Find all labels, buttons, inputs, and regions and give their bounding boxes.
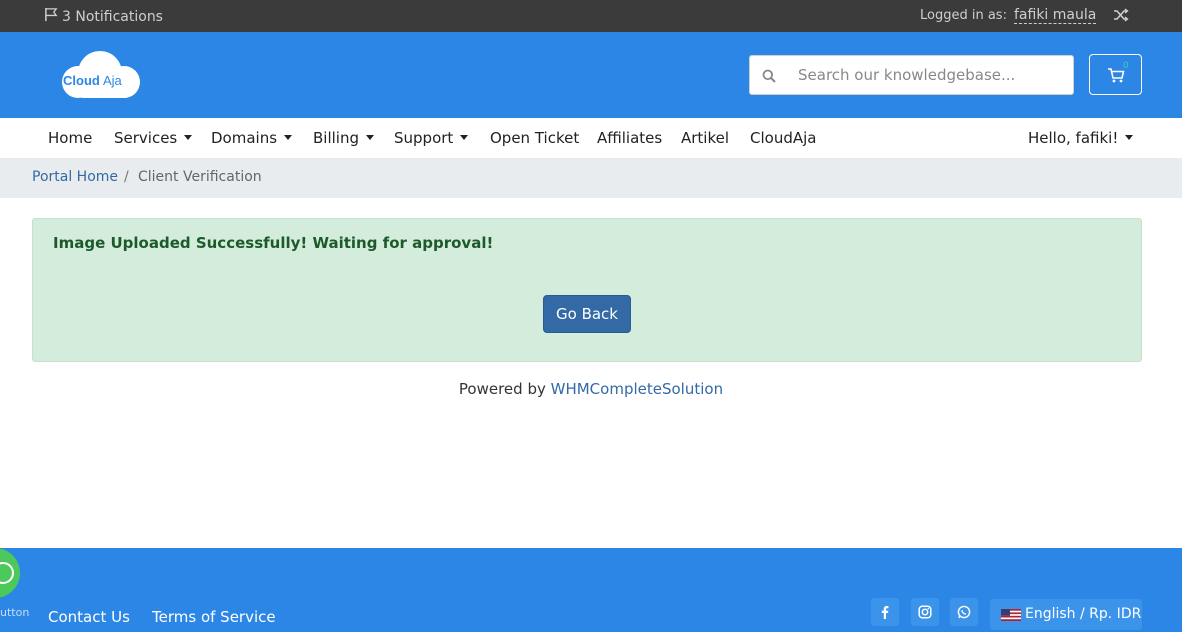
caret-icon [460,135,469,140]
facebook-icon [881,606,889,619]
cart-count-badge: 0 [1123,61,1129,71]
username-link[interactable]: fafiki maula [1014,7,1097,24]
nav-domains[interactable]: Domains [211,129,293,147]
flag-icon [44,7,59,26]
nav-affiliates[interactable]: Affiliates [597,129,662,147]
svg-text:Cloud: Cloud [63,73,100,88]
account-greeting: Hello, fafiki! [1028,129,1119,147]
whatsapp-icon [0,562,14,584]
facebook-link[interactable] [871,598,899,626]
svg-text:Aja: Aja [103,73,123,88]
account-menu[interactable]: Hello, fafiki! [1028,129,1134,147]
language-currency-selector[interactable]: English / Rp. IDR [990,599,1142,630]
caret-icon [1125,135,1134,140]
alert-message: Image Uploaded Successfully! Waiting for… [53,234,494,252]
us-flag-icon [1001,609,1021,621]
breadcrumb-home-link[interactable]: Portal Home [32,169,118,185]
top-bar: 3 Notifications Logged in as: fafiki mau… [0,0,1182,32]
knowledgebase-search [749,55,1074,95]
success-alert: Image Uploaded Successfully! Waiting for… [32,218,1142,362]
footer: utton Contact Us Terms of Service Englis… [0,548,1182,632]
whmcs-link[interactable]: WHMCompleteSolution [551,380,723,398]
powered-by-prefix: Powered by [458,380,551,398]
caret-icon [184,135,193,140]
search-input[interactable] [790,56,1070,94]
whatsapp-button-label: utton [0,606,30,619]
cloudaja-logo[interactable]: Cloud Aja [60,48,144,102]
notifications-label: 3 Notifications [62,8,163,25]
nav-services[interactable]: Services [114,129,193,147]
nav-support-label: Support [394,129,454,147]
powered-by: Powered by WHMCompleteSolution [0,380,1182,398]
caret-icon [284,135,293,140]
shuffle-icon[interactable] [1113,8,1129,26]
nav-cloudaja[interactable]: CloudAja [750,129,816,147]
main-nav: Home Services Domains Billing Support Op… [0,118,1182,158]
notifications-link[interactable]: 3 Notifications [44,7,163,26]
breadcrumb: Portal Home / Client Verification [0,158,1182,198]
nav-billing[interactable]: Billing [313,129,374,147]
footer-contact-us-link[interactable]: Contact Us [48,608,130,626]
nav-support[interactable]: Support [394,129,469,147]
nav-artikel[interactable]: Artikel [681,129,729,147]
nav-billing-label: Billing [313,129,359,147]
caret-icon [366,135,374,140]
breadcrumb-separator: / [124,169,129,185]
header: Cloud Aja 0 [0,32,1182,118]
breadcrumb-current: Client Verification [138,169,262,185]
cart-button[interactable]: 0 [1089,54,1142,95]
footer-terms-link[interactable]: Terms of Service [152,608,276,626]
nav-home[interactable]: Home [48,129,92,147]
logged-in-label: Logged in as: [920,8,1007,23]
search-icon[interactable] [762,68,776,87]
language-label: English / Rp. IDR [1025,606,1142,622]
nav-services-label: Services [114,129,178,147]
nav-domains-label: Domains [211,129,278,147]
whatsapp-link[interactable] [950,598,978,626]
go-back-button[interactable]: Go Back [543,295,631,333]
whatsapp-float-button[interactable] [0,548,20,598]
whatsapp-icon [957,605,971,619]
instagram-link[interactable] [911,598,939,626]
instagram-icon [918,605,932,619]
nav-open-ticket[interactable]: Open Ticket [490,129,579,147]
